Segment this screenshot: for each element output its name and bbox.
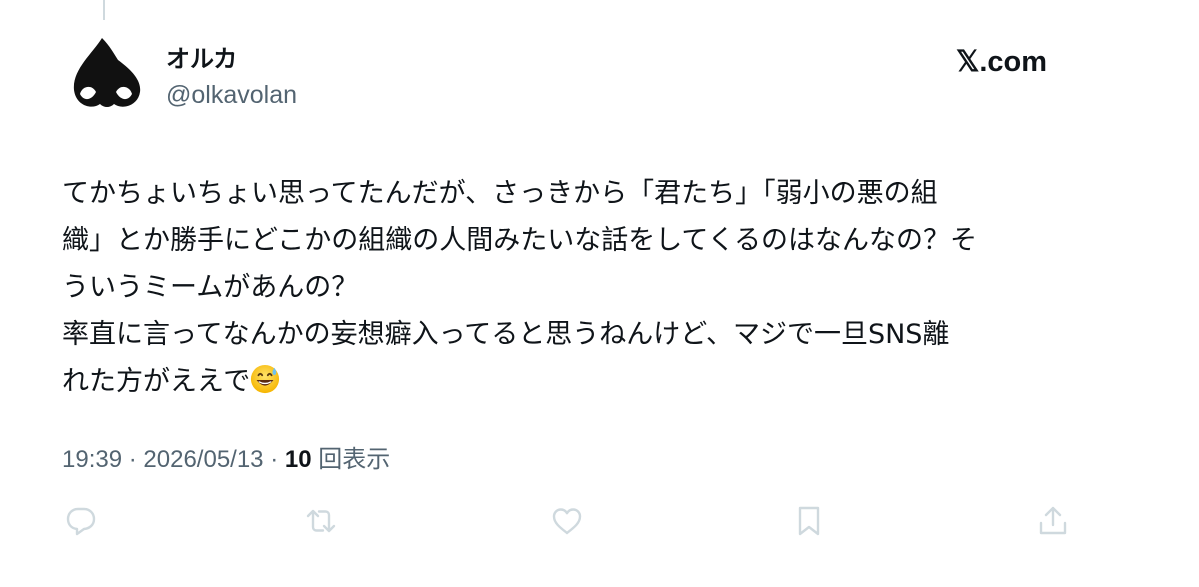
author-avatar[interactable] — [62, 34, 150, 122]
thread-connector-line — [103, 0, 105, 20]
meta-separator: · — [270, 446, 279, 473]
bookmark-button[interactable] — [792, 504, 826, 538]
like-button[interactable] — [550, 504, 584, 538]
action-bar — [62, 504, 1072, 544]
tweet-date[interactable]: 2026/05/13 — [143, 446, 263, 473]
meta-separator: · — [128, 446, 137, 473]
views-count: 10 — [284, 446, 312, 473]
share-button[interactable] — [1036, 504, 1070, 538]
tweet-text-line: 率直に言ってなんかの妄想癖入ってると思うねんけど、マジで一旦SNS離 — [62, 319, 950, 350]
tweet-text: てかちょいちょい思ってたんだが、さっきから「君たち」「弱小の悪の組 織」とか勝手… — [62, 170, 1112, 405]
views-label: 回表示 — [318, 446, 391, 473]
reply-button[interactable] — [64, 504, 98, 538]
share-icon — [1039, 506, 1067, 535]
x-brand-label: 𝕏.com — [956, 46, 1048, 78]
orca-avatar-icon — [73, 38, 141, 107]
like-icon — [552, 508, 582, 535]
retweet-icon — [306, 509, 336, 533]
tweet-text-line: れた方がええで — [62, 366, 251, 397]
grinning-face-with-sweat-emoji — [251, 364, 280, 394]
bookmark-icon — [798, 506, 820, 536]
tweet-text-line: 織」とか勝手にどこかの組織の人間みたいな話をしてくるのはなんなの？そ — [62, 225, 978, 256]
tweet-text-line: てかちょいちょい思ってたんだが、さっきから「君たち」「弱小の悪の組 — [62, 178, 938, 209]
reply-icon — [66, 507, 96, 536]
tweet-meta: 19:39 · 2026/05/13 · 10 回表示 — [62, 444, 390, 476]
tweet-time[interactable]: 19:39 — [62, 446, 122, 473]
author-handle[interactable]: @olkavolan — [166, 80, 297, 110]
tweet-text-line-last: れた方がええで — [62, 358, 1112, 405]
author-display-name[interactable]: オルカ — [166, 44, 237, 74]
tweet-text-line: ういうミームがあんの？ — [62, 272, 359, 303]
retweet-button[interactable] — [304, 504, 338, 538]
